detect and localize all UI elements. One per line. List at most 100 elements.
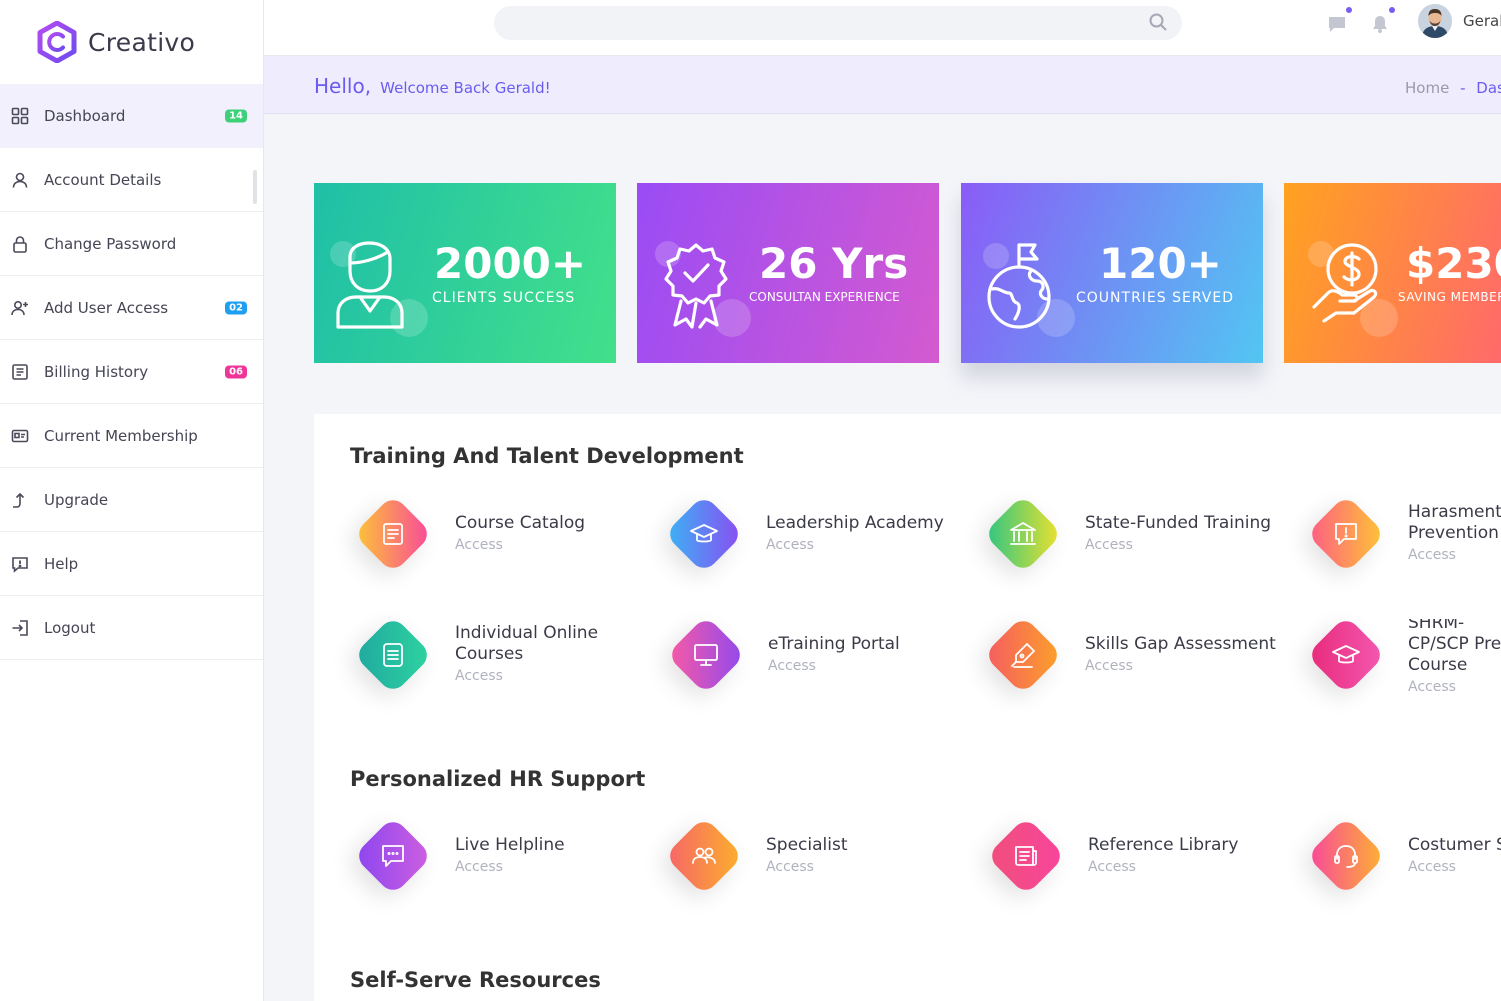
service-name: Costumer Support: [1408, 834, 1501, 855]
notification-dot: [1389, 7, 1395, 13]
breadcrumb: Home - Dashboard: [1405, 79, 1501, 97]
section-title: Self-Serve Resources: [350, 968, 601, 992]
sidebar-item-current-membership[interactable]: Current Membership: [0, 404, 263, 468]
service-name: Skills Gap Assessment: [1085, 633, 1276, 654]
catalog-icon: [378, 519, 408, 549]
service-item-individual-online-courses[interactable]: Individual Online Courses Access: [353, 615, 657, 699]
stat-value: 26 Yrs: [759, 239, 909, 288]
service-text: Leadership Academy Access: [766, 498, 944, 570]
sidebar-item-upgrade[interactable]: Upgrade: [0, 468, 263, 532]
id-card-icon: [10, 426, 30, 446]
service-text: Harasment Prevention Access: [1408, 498, 1501, 570]
service-text: Course Catalog Access: [455, 498, 585, 570]
service-item-course-catalog[interactable]: Course Catalog Access: [353, 494, 657, 578]
breadcrumb-home[interactable]: Home: [1405, 79, 1449, 97]
award-badge-icon: [659, 241, 733, 329]
service-access-link[interactable]: Access: [1408, 676, 1501, 692]
service-access-link[interactable]: Access: [455, 665, 615, 687]
service-access-link[interactable]: Access: [1408, 856, 1501, 878]
sidebar-item-label: Account Details: [44, 170, 162, 189]
count-badge: 06: [225, 365, 247, 378]
count-badge: 02: [225, 301, 247, 314]
service-name: eTraining Portal: [768, 633, 900, 654]
service-access-link[interactable]: Access: [766, 856, 848, 878]
logo-icon: [37, 21, 77, 63]
service-item-specialist[interactable]: Specialist Access: [664, 816, 968, 900]
service-text: State-Funded Training Access: [1085, 498, 1271, 570]
search-icon[interactable]: [1148, 12, 1170, 34]
service-name: Course Catalog: [455, 512, 586, 533]
service-access-link[interactable]: Access: [1088, 856, 1238, 878]
avatar[interactable]: [1418, 4, 1452, 38]
user-name[interactable]: Gerald: [1463, 12, 1501, 30]
sidebar: Creativo Dashboard 14 Account Details Ch…: [0, 0, 264, 1001]
service-name: State-Funded Training: [1085, 512, 1272, 533]
service-item-etraining-portal[interactable]: eTraining Portal Access: [666, 615, 970, 699]
user-plus-icon: [10, 298, 30, 318]
topbar: Gerald: [264, 0, 1501, 56]
service-text: Individual Online Courses Access: [455, 619, 615, 691]
service-access-link[interactable]: Access: [455, 534, 585, 556]
service-name: Specialist: [766, 834, 848, 855]
service-text: Live Helpline Access: [455, 820, 565, 892]
service-item-state-funded-training[interactable]: State-Funded Training Access: [983, 494, 1287, 578]
service-item-live-helpline[interactable]: Live Helpline Access: [353, 816, 657, 900]
stat-label: CLIENTS SUCCESS: [432, 290, 576, 306]
help-chat-icon: [10, 554, 30, 574]
service-item-costumer-support[interactable]: Costumer Support Access: [1306, 816, 1501, 900]
alert-chat-icon: [1331, 519, 1361, 549]
pen-nib-icon: [1008, 640, 1038, 670]
service-name: SHRM-CP/SCP Prep Course: [1408, 619, 1501, 675]
service-access-link[interactable]: Access: [1408, 544, 1501, 566]
bank-icon: [1008, 519, 1038, 549]
stat-value: 120+: [1099, 239, 1222, 288]
person-icon: [332, 241, 406, 329]
sidebar-scrollbar[interactable]: [253, 170, 257, 204]
sidebar-item-label: Upgrade: [44, 490, 109, 509]
search-input[interactable]: [494, 6, 1182, 40]
receipt-icon: [10, 362, 30, 382]
sidebar-item-account-details[interactable]: Account Details: [0, 148, 263, 212]
sidebar-item-dashboard[interactable]: Dashboard 14: [0, 84, 263, 148]
service-item-skills-gap-assessment[interactable]: Skills Gap Assessment Access: [983, 615, 1287, 699]
dollar-hand-icon: [1310, 241, 1384, 329]
sidebar-item-logout[interactable]: Logout: [0, 596, 263, 660]
users-icon: [689, 841, 719, 871]
stat-value: 2000+: [434, 239, 587, 288]
sidebar-item-change-password[interactable]: Change Password: [0, 212, 263, 276]
service-text: Reference Library Access: [1088, 820, 1238, 892]
service-item-leadership-academy[interactable]: Leadership Academy Access: [664, 494, 968, 578]
notification-dot: [1346, 7, 1352, 13]
logout-icon: [10, 618, 30, 638]
welcome-message: Hello, Welcome Back Gerald!: [314, 74, 551, 98]
stat-label: CONSULTAN EXPERIENCE: [749, 290, 900, 304]
service-access-link[interactable]: Access: [768, 655, 900, 677]
service-item-reference-library[interactable]: Reference Library Access: [986, 816, 1290, 900]
messages-icon[interactable]: [1327, 7, 1352, 36]
section-title: Training And Talent Development: [350, 444, 744, 468]
service-access-link[interactable]: Access: [1085, 655, 1276, 677]
service-access-link[interactable]: Access: [1085, 534, 1271, 556]
sidebar-item-help[interactable]: Help: [0, 532, 263, 596]
brand-logo[interactable]: Creativo: [0, 0, 263, 84]
grid-icon: [10, 106, 30, 126]
hello-text: Hello,: [314, 74, 372, 98]
services-panel: Training And Talent Development Course C…: [314, 414, 1501, 1001]
graduation-cap-icon: [689, 519, 719, 549]
service-text: Skills Gap Assessment Access: [1085, 619, 1276, 691]
service-text: Specialist Access: [766, 820, 848, 892]
service-item-shrm-prep-course[interactable]: SHRM-CP/SCP Prep Course Access: [1306, 615, 1501, 699]
service-access-link[interactable]: Access: [766, 534, 944, 556]
sidebar-item-billing-history[interactable]: Billing History 06: [0, 340, 263, 404]
brand-name: Creativo: [88, 27, 196, 57]
count-badge: 14: [225, 109, 247, 122]
bell-icon[interactable]: [1370, 7, 1395, 36]
stat-card-savings: $230 SAVING MEMBERS: [1284, 183, 1501, 363]
service-access-link[interactable]: Access: [455, 856, 565, 878]
service-item-harasment-prevention[interactable]: Harasment Prevention Access: [1306, 494, 1501, 578]
service-name: Harasment Prevention: [1408, 502, 1501, 543]
stat-label: COUNTRIES SERVED: [1076, 290, 1235, 306]
user-icon: [10, 170, 30, 190]
sidebar-item-add-user-access[interactable]: Add User Access 02: [0, 276, 263, 340]
service-name: Live Helpline: [455, 834, 565, 855]
